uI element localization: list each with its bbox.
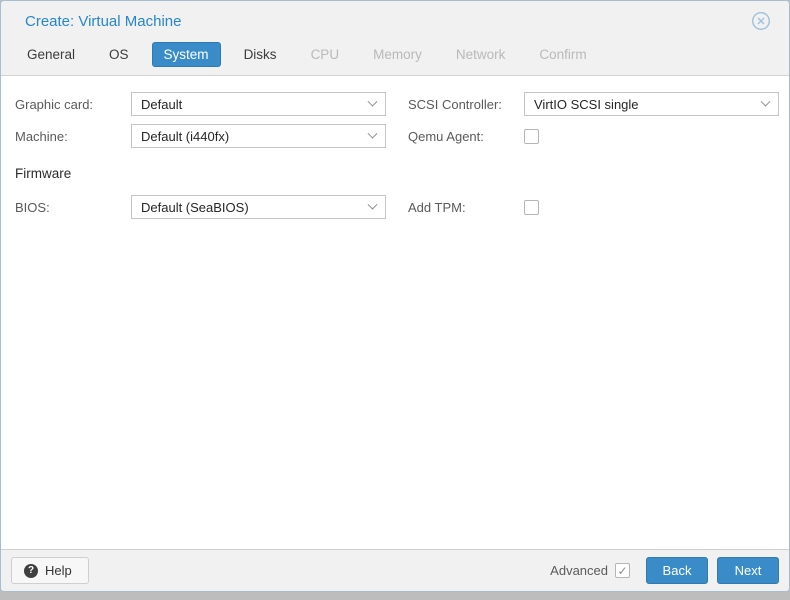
machine-select[interactable]: Default (i440fx) — [131, 124, 386, 148]
chevron-down-icon — [367, 128, 378, 139]
graphic-card-row: Graphic card: Default — [15, 92, 386, 116]
help-button-label: Help — [45, 563, 72, 578]
scsi-controller-select[interactable]: VirtIO SCSI single — [524, 92, 779, 116]
tab-disks[interactable]: Disks — [242, 43, 279, 66]
bios-label: BIOS: — [15, 199, 50, 215]
machine-label: Machine: — [15, 128, 68, 144]
tab-system[interactable]: System — [151, 42, 221, 67]
circle-x-icon — [751, 11, 771, 31]
graphic-card-select[interactable]: Default — [131, 92, 386, 116]
bios-row: BIOS: Default (SeaBIOS) — [15, 195, 386, 219]
tab-general[interactable]: General — [25, 43, 77, 66]
form-body: Graphic card: Default SCSI Controller: V… — [1, 76, 789, 549]
add-tpm-checkbox[interactable] — [524, 199, 539, 215]
back-button[interactable]: Back — [646, 557, 708, 584]
create-vm-dialog: Create: Virtual Machine General OS Syste… — [0, 0, 790, 592]
chevron-down-icon — [367, 199, 378, 210]
question-circle-icon: ? — [24, 563, 38, 578]
firmware-section-label: Firmware — [15, 166, 72, 181]
graphic-card-label: Graphic card: — [15, 96, 94, 112]
bios-value: Default (SeaBIOS) — [141, 199, 249, 215]
bios-select[interactable]: Default (SeaBIOS) — [131, 195, 386, 219]
help-button[interactable]: ? Help — [11, 557, 89, 584]
tab-os[interactable]: OS — [107, 43, 131, 66]
tab-confirm: Confirm — [539, 47, 587, 62]
next-button[interactable]: Next — [717, 557, 779, 584]
tab-memory: Memory — [373, 47, 422, 62]
dialog-footer: ? Help Advanced Back Next — [1, 549, 789, 591]
page-background — [0, 592, 790, 600]
scsi-controller-row: SCSI Controller: VirtIO SCSI single — [408, 92, 779, 116]
wizard-tabbar: General OS System Disks CPU Memory Netwo… — [1, 35, 789, 76]
scsi-controller-label: SCSI Controller: — [408, 96, 502, 112]
scsi-controller-value: VirtIO SCSI single — [534, 96, 639, 112]
empty-cell — [408, 156, 779, 180]
machine-row: Machine: Default (i440fx) — [15, 124, 386, 148]
chevron-down-icon — [760, 96, 771, 107]
tab-cpu: CPU — [310, 47, 340, 62]
firmware-section-row: Firmware — [15, 156, 386, 187]
qemu-agent-checkbox[interactable] — [524, 128, 539, 144]
add-tpm-label: Add TPM: — [408, 199, 466, 215]
dialog-title: Create: Virtual Machine — [25, 12, 182, 30]
chevron-down-icon — [367, 96, 378, 107]
graphic-card-value: Default — [141, 96, 183, 112]
qemu-agent-label: Qemu Agent: — [408, 128, 484, 144]
qemu-agent-row: Qemu Agent: — [408, 124, 779, 148]
add-tpm-row: Add TPM: — [408, 195, 779, 219]
dialog-header: Create: Virtual Machine — [1, 1, 789, 35]
advanced-checkbox[interactable] — [615, 563, 630, 578]
close-button[interactable] — [751, 11, 771, 31]
tab-network: Network — [455, 47, 506, 62]
advanced-label: Advanced — [550, 563, 608, 578]
machine-value: Default (i440fx) — [141, 128, 230, 144]
